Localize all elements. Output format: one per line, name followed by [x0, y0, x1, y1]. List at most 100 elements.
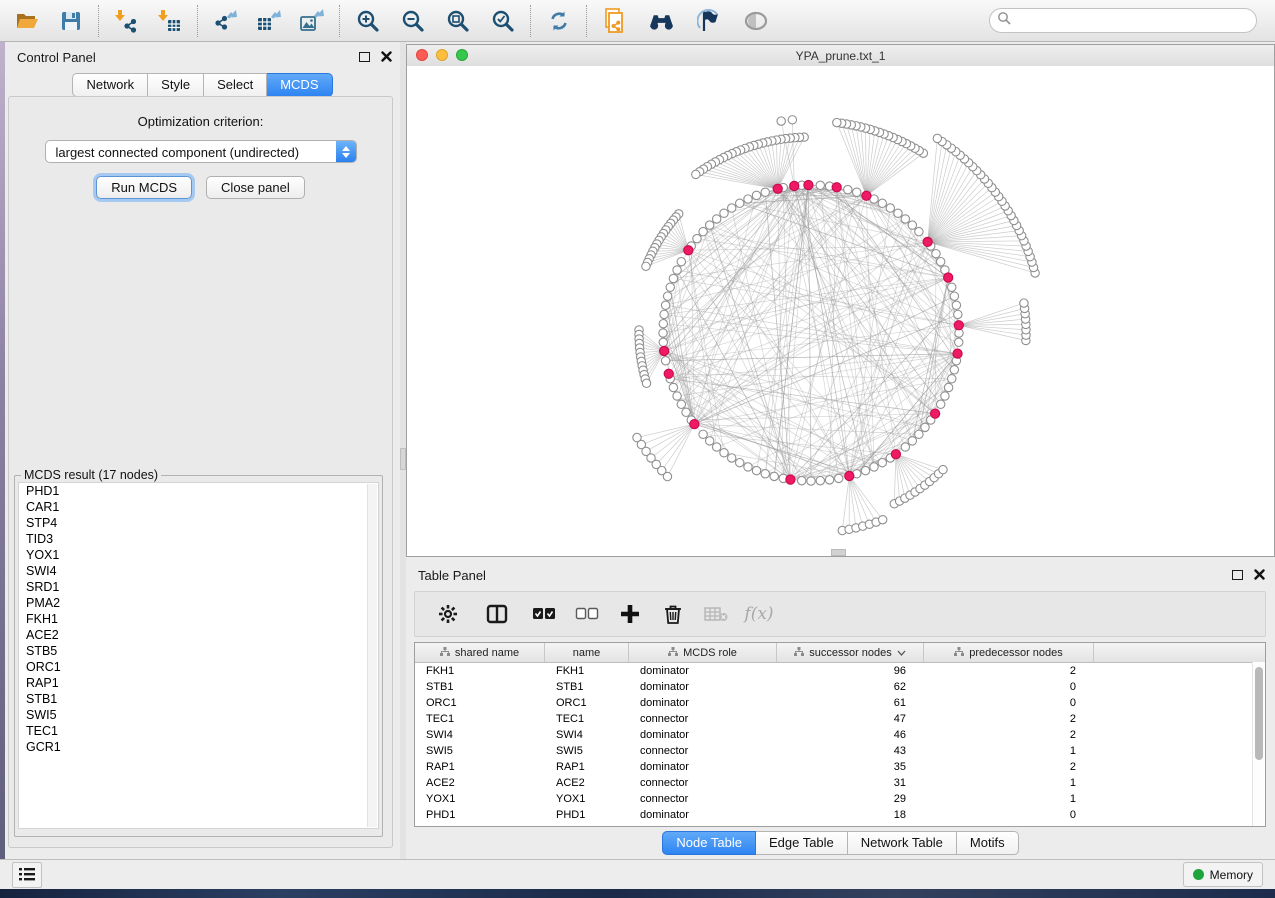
network-node[interactable]	[660, 310, 668, 318]
criterion-dropdown[interactable]: largest connected component (undirected)	[45, 140, 357, 163]
network-node[interactable]	[752, 466, 760, 474]
new-network-from-selection-icon[interactable]	[601, 7, 628, 34]
mcds-result-item[interactable]: GCR1	[19, 739, 378, 755]
network-node[interactable]	[952, 301, 960, 309]
mcds-node[interactable]	[684, 246, 693, 255]
graphics-details-icon[interactable]	[695, 7, 722, 34]
mcds-node[interactable]	[891, 450, 900, 459]
import-network-icon[interactable]	[113, 7, 140, 34]
zoom-selected-icon[interactable]	[489, 7, 516, 34]
find-icon[interactable]	[648, 7, 675, 34]
network-node[interactable]	[878, 516, 886, 524]
mcds-node[interactable]	[954, 321, 963, 330]
network-node[interactable]	[736, 199, 744, 207]
table-row[interactable]: ORC1ORC1dominator610	[415, 695, 1265, 711]
import-table-icon[interactable]	[156, 7, 183, 34]
network-node[interactable]	[816, 181, 824, 189]
network-edges[interactable]	[663, 185, 959, 481]
network-node[interactable]	[673, 392, 681, 400]
network-window-titlebar[interactable]: YPA_prune.txt_1	[407, 45, 1274, 67]
network-node[interactable]	[699, 430, 707, 438]
mcds-node[interactable]	[931, 409, 940, 418]
network-node[interactable]	[777, 117, 785, 125]
network-node[interactable]	[736, 458, 744, 466]
table-row[interactable]: ACE2ACE2connector311	[415, 775, 1265, 791]
network-node[interactable]	[901, 215, 909, 223]
network-node[interactable]	[712, 215, 720, 223]
network-node[interactable]	[752, 191, 760, 199]
network-node[interactable]	[663, 292, 671, 300]
mcds-result-item[interactable]: STP4	[19, 515, 378, 531]
network-node[interactable]	[908, 221, 916, 229]
network-node[interactable]	[835, 474, 843, 482]
network-node[interactable]	[692, 170, 700, 178]
network-node[interactable]	[669, 383, 677, 391]
window-close-icon[interactable]	[416, 49, 428, 61]
mcds-result-item[interactable]: FKH1	[19, 611, 378, 627]
network-node[interactable]	[950, 366, 958, 374]
network-node[interactable]	[699, 227, 707, 235]
mcds-result-item[interactable]: YOX1	[19, 547, 378, 563]
network-node[interactable]	[833, 118, 841, 126]
network-node[interactable]	[915, 227, 923, 235]
tab-motifs[interactable]: Motifs	[957, 831, 1019, 855]
tab-mcds[interactable]: MCDS	[267, 73, 332, 97]
memory-button[interactable]: Memory	[1183, 862, 1263, 887]
network-canvas[interactable]	[407, 66, 1274, 556]
network-node[interactable]	[816, 477, 824, 485]
mcds-node[interactable]	[786, 475, 795, 484]
table-scrollbar[interactable]	[1252, 662, 1265, 826]
mcds-result-item[interactable]: PHD1	[19, 483, 378, 499]
network-node[interactable]	[950, 292, 958, 300]
network-node[interactable]	[661, 301, 669, 309]
network-node[interactable]	[693, 234, 701, 242]
search-input[interactable]	[1015, 13, 1249, 29]
network-node[interactable]	[948, 283, 956, 291]
table-row[interactable]: STB1STB1dominator620	[415, 679, 1265, 695]
column-visibility-icon[interactable]	[485, 602, 509, 626]
mcds-result-item[interactable]: STB1	[19, 691, 378, 707]
table-row[interactable]: FKH1FKH1dominator962	[415, 663, 1265, 679]
network-node[interactable]	[825, 476, 833, 484]
table-row[interactable]: SWI5SWI5connector431	[415, 743, 1265, 759]
select-all-rows-icon[interactable]	[532, 602, 556, 626]
tab-style[interactable]: Style	[148, 73, 204, 97]
mcds-node[interactable]	[944, 273, 953, 282]
mcds-result-item[interactable]: ACE2	[19, 627, 378, 643]
network-node[interactable]	[908, 437, 916, 445]
mcds-result-item[interactable]: SWI4	[19, 563, 378, 579]
column-header-predecessor-nodes[interactable]: predecessor nodes	[924, 643, 1094, 662]
network-node[interactable]	[761, 188, 769, 196]
network-node[interactable]	[661, 357, 669, 365]
network-node[interactable]	[955, 338, 963, 346]
network-node[interactable]	[663, 472, 671, 480]
network-node[interactable]	[853, 188, 861, 196]
network-node[interactable]	[642, 262, 650, 270]
export-image-icon[interactable]	[298, 7, 325, 34]
network-node[interactable]	[669, 274, 677, 282]
window-maximize-icon[interactable]	[456, 49, 468, 61]
column-header-MCDS-role[interactable]: MCDS role	[629, 643, 777, 662]
float-panel-icon[interactable]	[359, 52, 370, 62]
refresh-layout-icon[interactable]	[545, 7, 572, 34]
network-node[interactable]	[677, 258, 685, 266]
network-node[interactable]	[948, 375, 956, 383]
horizontal-splitter-handle[interactable]	[831, 549, 846, 556]
network-node[interactable]	[705, 221, 713, 229]
network-node[interactable]	[901, 443, 909, 451]
table-row[interactable]: RAP1RAP1dominator352	[415, 759, 1265, 775]
mcds-node[interactable]	[790, 181, 799, 190]
mcds-result-list[interactable]: PHD1CAR1STP4TID3YOX1SWI4SRD1PMA2FKH1ACE2…	[18, 482, 379, 829]
mcds-node[interactable]	[953, 349, 962, 358]
mcds-result-item[interactable]: SRD1	[19, 579, 378, 595]
network-node[interactable]	[954, 310, 962, 318]
network-graph[interactable]	[407, 66, 1275, 556]
network-node[interactable]	[936, 258, 944, 266]
mcds-result-item[interactable]: TID3	[19, 531, 378, 547]
network-node[interactable]	[878, 458, 886, 466]
column-header-name[interactable]: name	[545, 643, 629, 662]
zoom-in-icon[interactable]	[354, 7, 381, 34]
mcds-node[interactable]	[923, 237, 932, 246]
mcds-node[interactable]	[845, 471, 854, 480]
export-network-icon[interactable]	[212, 7, 239, 34]
